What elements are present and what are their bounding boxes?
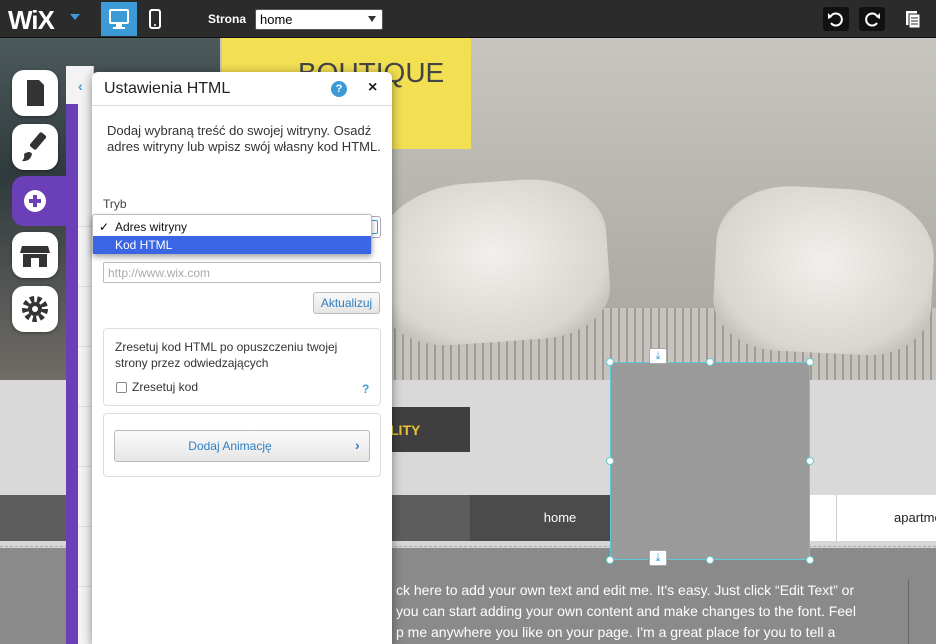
animation-section: Dodaj Animację › bbox=[103, 413, 381, 477]
desktop-icon bbox=[109, 9, 129, 29]
html-settings-dialog: Ustawienia HTML ? × Dodaj wybraną treść … bbox=[92, 72, 392, 644]
pillow-left bbox=[372, 174, 614, 350]
reset-checkbox-label[interactable]: Zresetuj kod bbox=[132, 380, 198, 394]
gear-icon bbox=[22, 296, 48, 322]
chevron-right-icon: › bbox=[355, 437, 360, 453]
add-animation-button[interactable]: Dodaj Animację › bbox=[114, 430, 370, 462]
top-toolbar: WiX Strona home bbox=[0, 0, 936, 38]
desktop-view-button[interactable] bbox=[101, 2, 137, 36]
paint-brush-icon bbox=[22, 132, 47, 162]
design-tool-button[interactable] bbox=[12, 124, 58, 170]
selected-html-element[interactable] bbox=[610, 362, 810, 560]
dialog-description: Dodaj wybraną treść do swojej witryny. O… bbox=[107, 123, 381, 154]
resize-handle-br[interactable] bbox=[806, 556, 814, 564]
resize-handle-mr[interactable] bbox=[806, 457, 814, 465]
chevron-down-icon bbox=[368, 16, 376, 22]
redo-button[interactable] bbox=[859, 7, 885, 31]
wix-menu-caret-icon[interactable] bbox=[70, 14, 80, 20]
content-text[interactable]: ck here to add your own text and edit me… bbox=[396, 580, 876, 643]
mobile-view-button[interactable] bbox=[140, 2, 170, 36]
dialog-title: Ustawienia HTML bbox=[104, 80, 231, 97]
quality-button-label: LITY bbox=[390, 422, 421, 438]
add-panel-accent bbox=[66, 104, 78, 644]
undo-button[interactable] bbox=[823, 7, 849, 31]
resize-handle-ml[interactable] bbox=[606, 457, 614, 465]
mobile-icon bbox=[149, 9, 161, 29]
page-select-value: home bbox=[260, 12, 293, 27]
reset-description: Zresetuj kod HTML po opuszczeniu twojej … bbox=[115, 340, 338, 370]
help-button[interactable]: ? bbox=[331, 81, 347, 97]
back-arrow-icon[interactable]: ‹ bbox=[78, 78, 83, 94]
pages-copy-button[interactable] bbox=[899, 7, 925, 31]
resize-handle-tr[interactable] bbox=[806, 358, 814, 366]
store-icon bbox=[20, 246, 50, 267]
copy-pages-icon bbox=[906, 11, 921, 29]
resize-handle-tl[interactable] bbox=[606, 358, 614, 366]
redo-icon bbox=[865, 12, 880, 27]
update-button[interactable]: Aktualizuj bbox=[313, 292, 380, 314]
pages-tool-button[interactable] bbox=[12, 70, 58, 116]
column-divider bbox=[908, 580, 909, 644]
mode-dropdown-menu: Adres witryny ✓ Kod HTML bbox=[92, 214, 372, 254]
resize-handle-bl[interactable] bbox=[606, 556, 614, 564]
page-icon bbox=[27, 80, 44, 106]
anchor-bottom-icon[interactable]: ⤓ bbox=[649, 550, 667, 566]
dialog-header[interactable]: Ustawienia HTML ? × bbox=[92, 72, 392, 106]
resize-handle-tm[interactable] bbox=[706, 358, 714, 366]
add-animation-label: Dodaj Animację bbox=[188, 439, 272, 453]
reset-section: Zresetuj kod HTML po opuszczeniu twojej … bbox=[103, 328, 381, 406]
add-tool-button[interactable] bbox=[12, 178, 58, 224]
settings-tool-button[interactable] bbox=[12, 286, 58, 332]
add-icon bbox=[24, 190, 46, 212]
content-line: ck here to add your own text and edit me… bbox=[396, 582, 855, 598]
anchor-top-icon[interactable]: ⤓ bbox=[649, 348, 667, 364]
reset-help-icon[interactable]: ? bbox=[362, 382, 369, 396]
app-market-button[interactable] bbox=[12, 232, 58, 278]
left-tool-rail bbox=[0, 38, 66, 644]
close-button[interactable]: × bbox=[368, 79, 377, 97]
content-line: you can start adding your own content an… bbox=[396, 603, 856, 619]
checkmark-icon: ✓ bbox=[99, 220, 110, 234]
dropdown-option-html[interactable]: Kod HTML bbox=[93, 236, 371, 254]
resize-handle-bm[interactable] bbox=[706, 556, 714, 564]
mode-label: Tryb bbox=[103, 197, 127, 211]
url-input[interactable]: http://www.wix.com bbox=[103, 262, 381, 283]
dropdown-option-url[interactable]: Adres witryny bbox=[93, 218, 371, 236]
nav-item-apartments[interactable]: apartments bbox=[836, 495, 936, 541]
undo-icon bbox=[828, 12, 843, 27]
reset-checkbox[interactable] bbox=[116, 382, 127, 393]
page-label: Strona bbox=[208, 12, 247, 26]
content-line: p me anywhere you like on your page. I'm… bbox=[396, 624, 836, 640]
page-select[interactable]: home bbox=[255, 9, 383, 30]
pillow-right bbox=[710, 182, 936, 359]
wix-logo[interactable]: WiX bbox=[8, 5, 55, 36]
